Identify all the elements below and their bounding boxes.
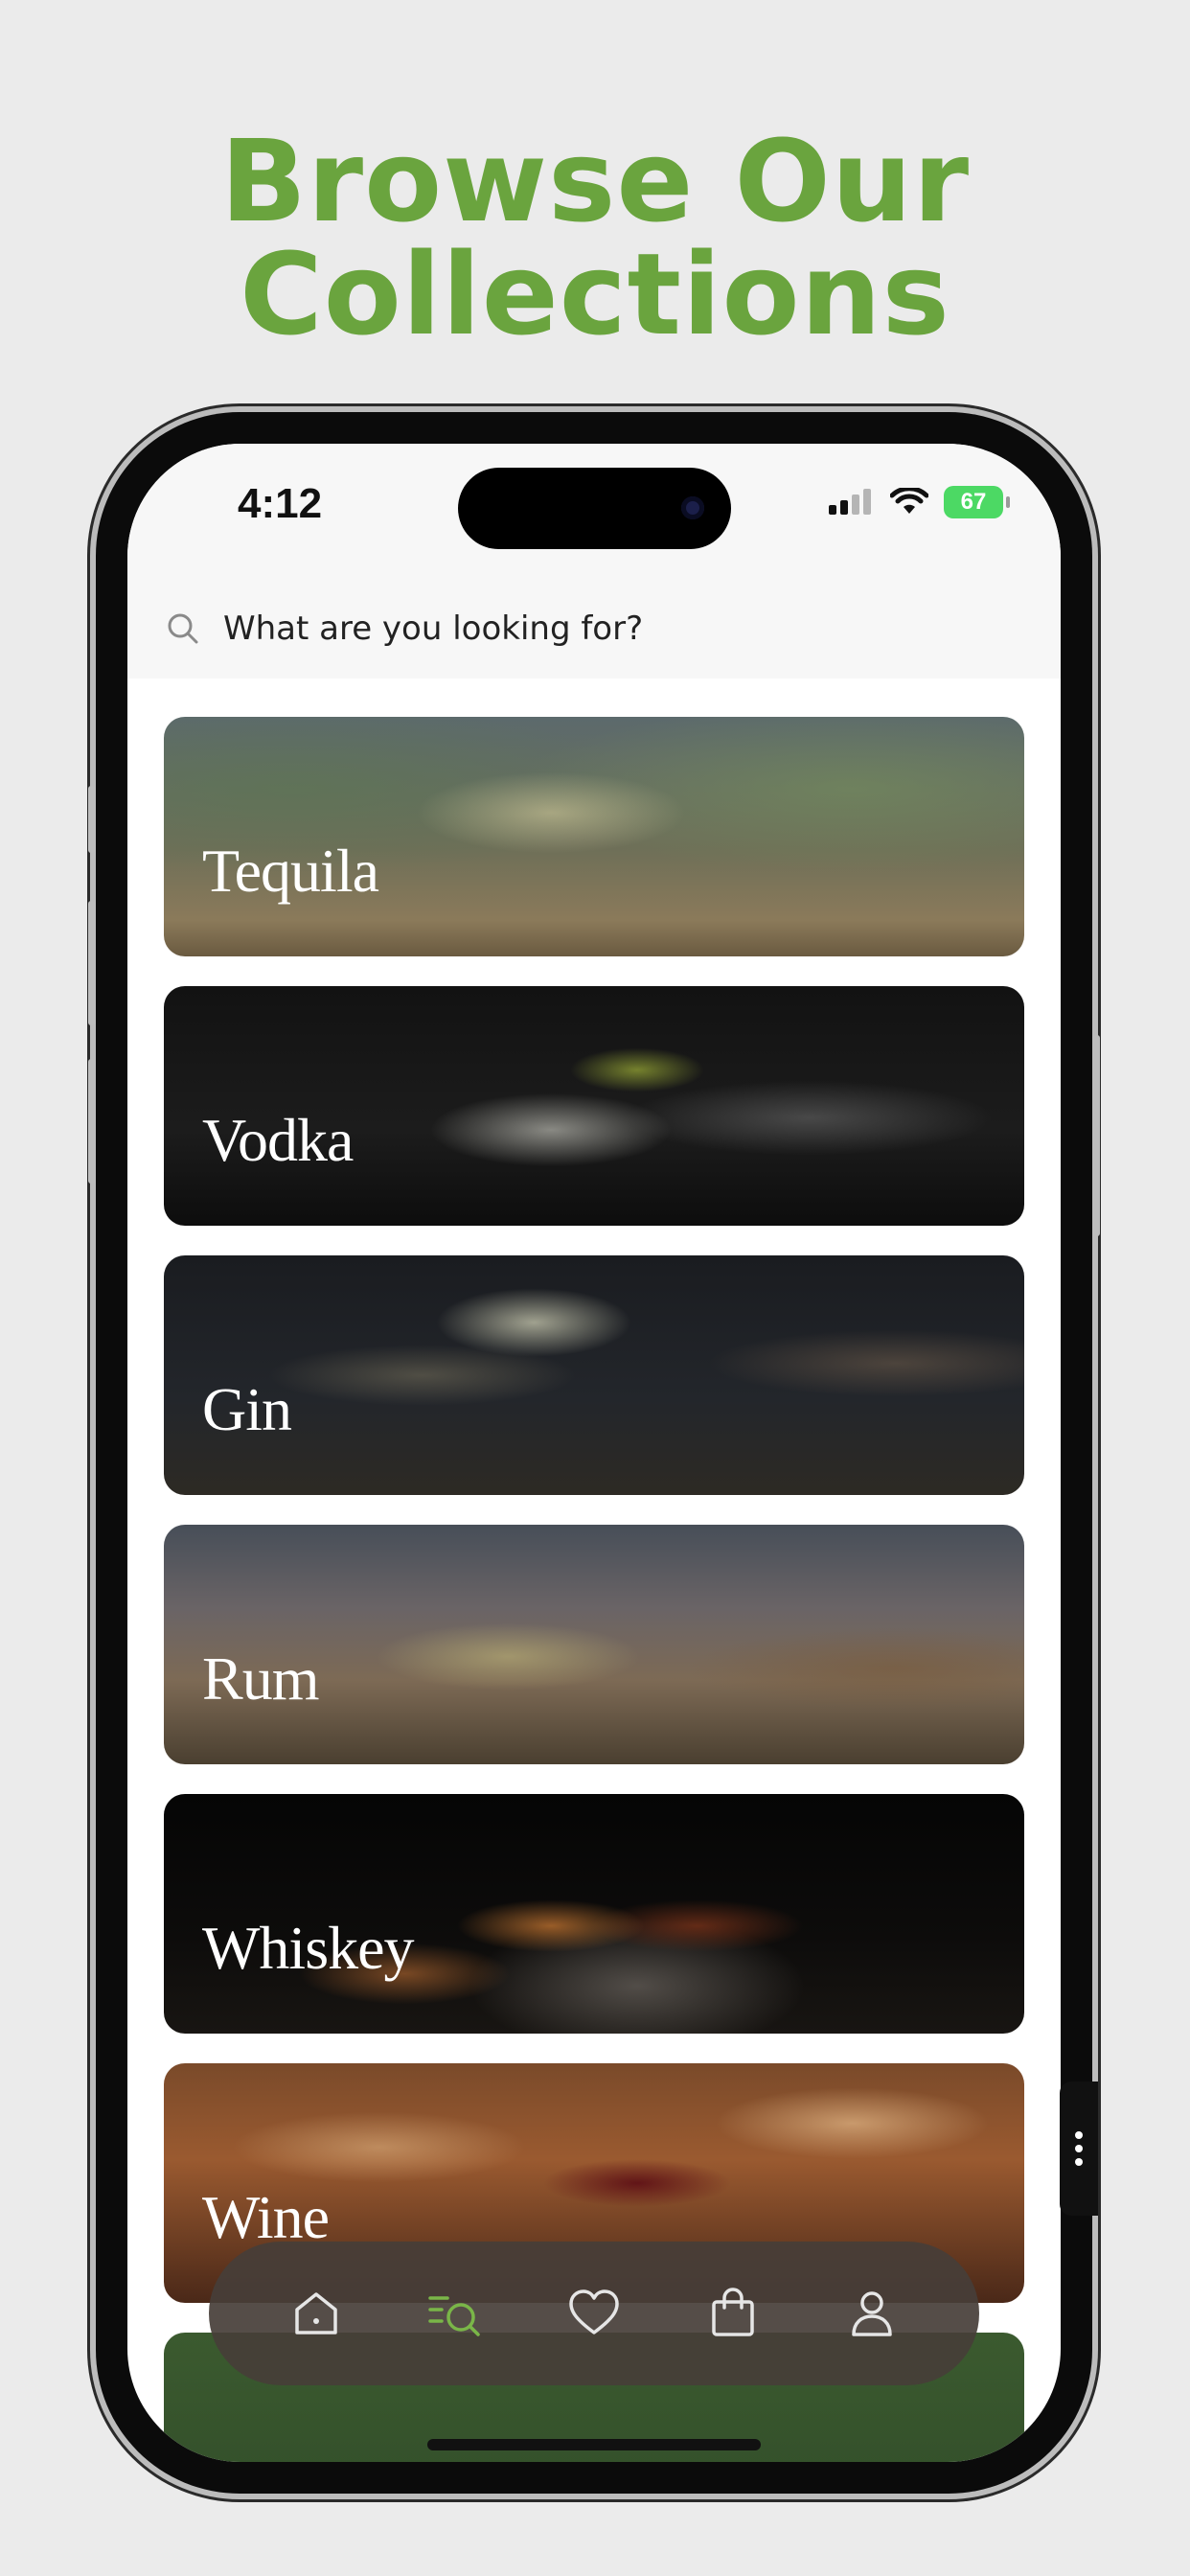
shopping-bag-icon — [712, 2288, 754, 2336]
collections-list: Tequila Vodka Gin Rum Whiskey Wine — [164, 717, 1024, 2462]
search-icon — [168, 613, 198, 643]
dynamic-island — [458, 468, 731, 549]
more-dot — [1075, 2158, 1083, 2166]
search-bar[interactable]: What are you looking for? — [127, 578, 1061, 678]
browse-search-icon — [428, 2296, 480, 2336]
bottom-tab-bar — [209, 2242, 979, 2385]
volume-up-button — [88, 901, 96, 1025]
camera-icon — [681, 496, 704, 519]
battery-level: 67 — [960, 489, 987, 515]
promo-headline: Browse Our Collections — [0, 125, 1190, 351]
collection-label: Gin — [202, 1375, 292, 1443]
status-bar: 4:12 67 — [127, 444, 1061, 578]
tab-home[interactable] — [283, 2280, 350, 2347]
collection-label: Tequila — [202, 837, 379, 905]
collection-card-vodka[interactable]: Vodka — [164, 986, 1024, 1226]
phone-screen: 4:12 67 What are you looking for? Tequil… — [127, 444, 1061, 2462]
collection-card-whiskey[interactable]: Whiskey — [164, 1794, 1024, 2034]
tab-cart[interactable] — [699, 2280, 767, 2347]
mute-switch — [88, 786, 96, 853]
profile-icon — [851, 2291, 892, 2336]
collection-label: Vodka — [202, 1106, 354, 1174]
power-button — [1092, 1035, 1100, 1236]
collection-label: Rum — [202, 1644, 319, 1713]
status-icons: 67 — [827, 486, 1010, 518]
tab-browse[interactable] — [422, 2280, 489, 2347]
volume-down-button — [88, 1059, 96, 1184]
tab-favorites[interactable] — [561, 2280, 628, 2347]
home-indicator[interactable] — [427, 2439, 761, 2450]
heart-icon — [569, 2289, 619, 2334]
collection-label: Whiskey — [202, 1914, 414, 1982]
wifi-icon — [890, 488, 928, 514]
more-dots-icon — [1075, 2131, 1083, 2139]
status-time: 4:12 — [238, 480, 323, 527]
search-input[interactable]: What are you looking for? — [223, 610, 643, 648]
more-dot — [1075, 2145, 1083, 2152]
cellular-signal-icon — [829, 489, 871, 515]
floating-more-button[interactable] — [1060, 2082, 1098, 2216]
collection-card-rum[interactable]: Rum — [164, 1525, 1024, 1764]
home-icon — [295, 2292, 338, 2334]
tab-profile[interactable] — [838, 2280, 905, 2347]
collection-card-tequila[interactable]: Tequila — [164, 717, 1024, 956]
headline-line-1: Browse Our — [219, 115, 971, 247]
collection-card-gin[interactable]: Gin — [164, 1255, 1024, 1495]
headline-line-2: Collections — [240, 228, 950, 360]
battery-icon: 67 — [944, 486, 1010, 518]
